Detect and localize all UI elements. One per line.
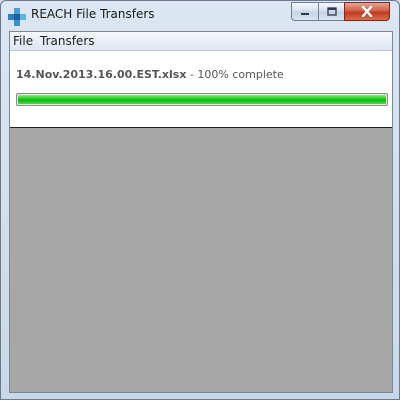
menu-file[interactable]: File <box>13 34 33 48</box>
menu-transfers[interactable]: Transfers <box>40 34 95 48</box>
client-area: File Transfers 14.Nov.2013.16.00.EST.xls… <box>9 31 393 393</box>
minimize-button[interactable] <box>291 2 318 21</box>
transfer-filename: 14.Nov.2013.16.00.EST.xlsx <box>16 68 187 81</box>
transfer-status: - 100% complete <box>186 68 284 81</box>
menu-bar: File Transfers <box>10 32 392 51</box>
maximize-icon <box>326 7 337 16</box>
close-button[interactable] <box>344 2 390 21</box>
close-icon <box>361 6 373 17</box>
progress-fill <box>18 95 386 104</box>
progress-bar <box>16 93 388 106</box>
app-window: REACH File Transfers File Transfers 14.N… <box>0 0 400 400</box>
transfer-item: 14.Nov.2013.16.00.EST.xlsx - 100% comple… <box>10 51 392 128</box>
transfer-status-line: 14.Nov.2013.16.00.EST.xlsx - 100% comple… <box>16 68 284 81</box>
title-bar[interactable]: REACH File Transfers <box>1 1 399 31</box>
reach-app-icon <box>8 8 26 26</box>
maximize-button[interactable] <box>318 2 344 21</box>
window-title: REACH File Transfers <box>31 7 155 21</box>
minimize-icon <box>301 12 309 15</box>
